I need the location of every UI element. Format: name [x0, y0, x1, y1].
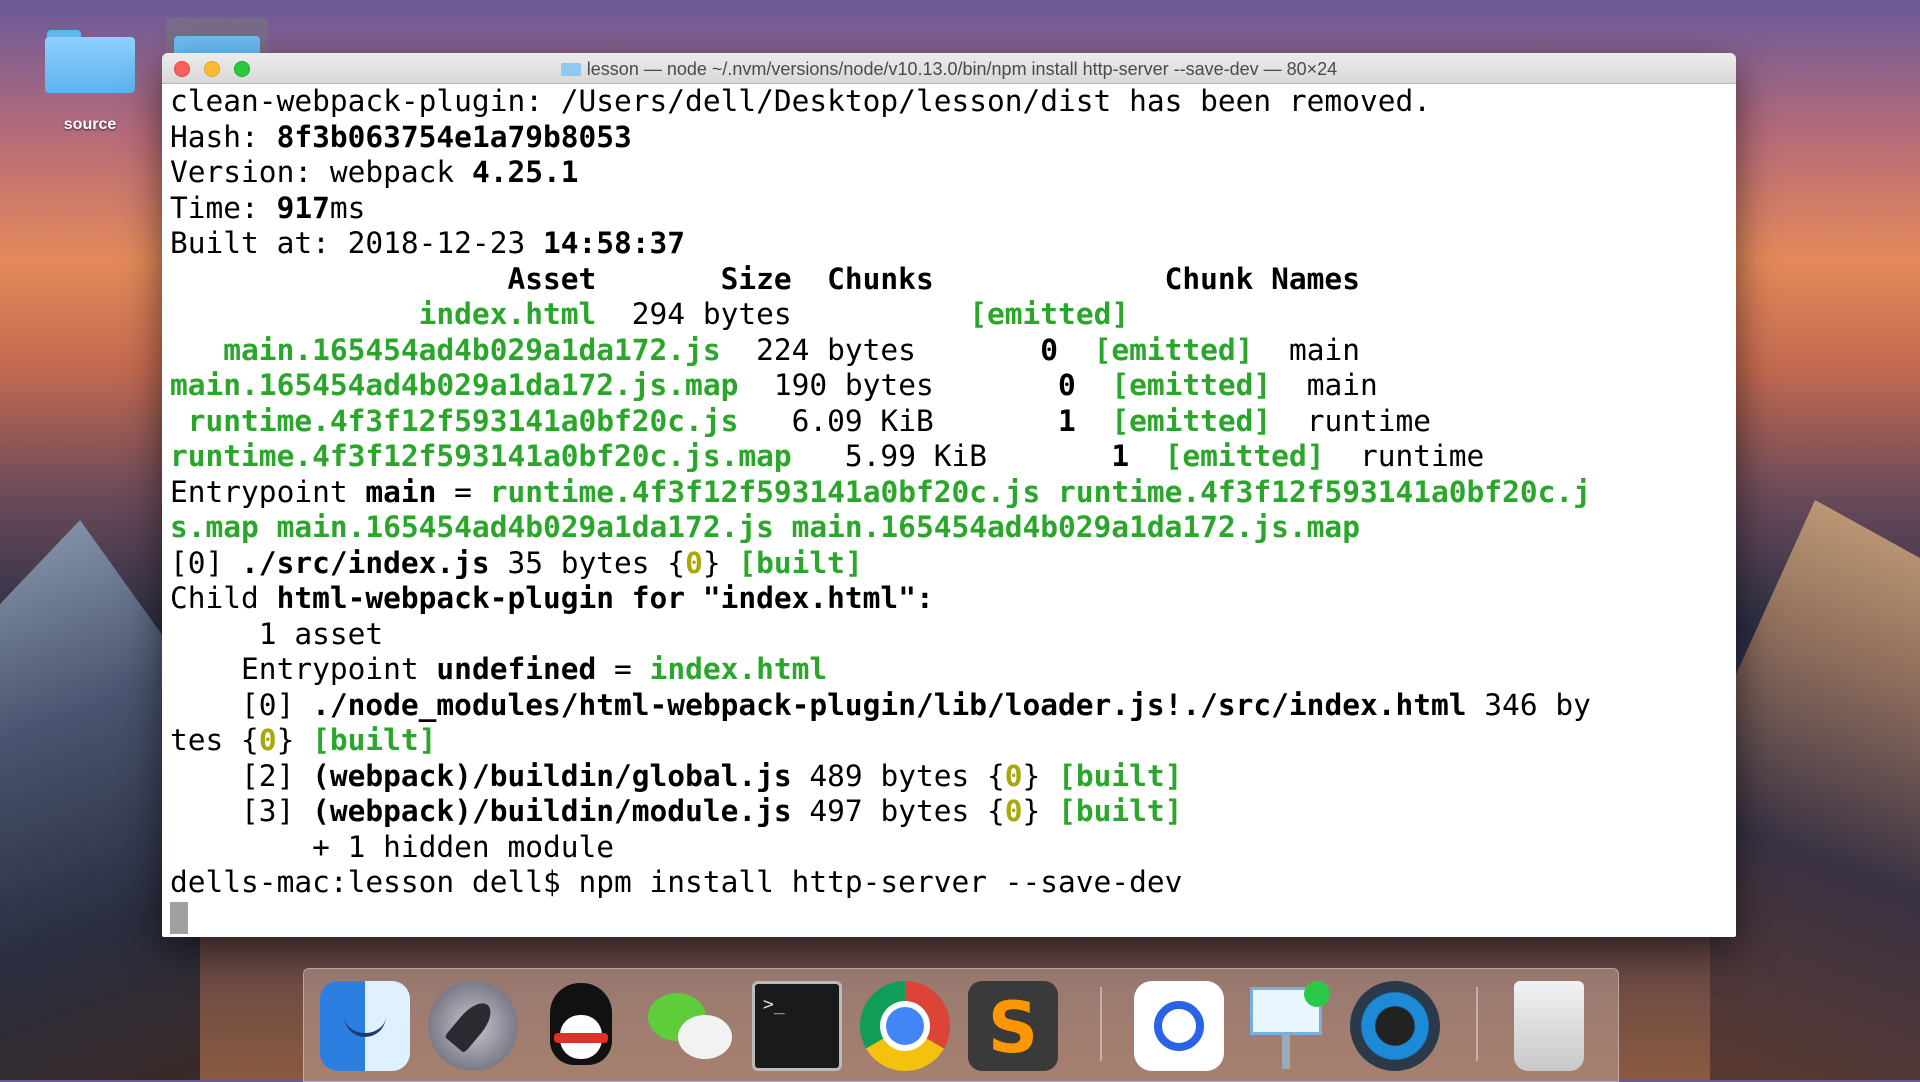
trash-icon[interactable]: [1514, 981, 1584, 1071]
terminal-line: Entrypoint main = runtime.4f3f12f593141a…: [170, 474, 1591, 509]
dock-divider: [1476, 987, 1478, 1061]
launchpad-icon[interactable]: [428, 981, 518, 1071]
input-line[interactable]: [170, 901, 1728, 937]
terminal-line: s.map main.165454ad4b029a1da172.js main.…: [170, 510, 1360, 544]
terminal-line: 1 asset: [170, 616, 384, 651]
terminal-icon[interactable]: >_: [752, 981, 842, 1071]
terminal-line: Time: 917ms: [170, 190, 366, 225]
asset-table-header: Asset Size Chunks Chunk Names: [170, 261, 1360, 296]
chrome-icon[interactable]: [860, 981, 950, 1071]
terminal-line: [0] ./src/index.js 35 bytes {0} [built]: [170, 545, 863, 580]
terminal-line: clean-webpack-plugin: /Users/dell/Deskto…: [170, 84, 1431, 118]
terminal-line: tes {0} [built]: [170, 723, 437, 757]
terminal-line: Built at: 2018-12-23 14:58:37: [170, 226, 686, 260]
finder-icon[interactable]: [320, 981, 410, 1071]
folder-icon: [45, 30, 135, 93]
desktop-folder-source[interactable]: source: [44, 30, 136, 134]
terminal-line: [3] (webpack)/buildin/module.js 497 byte…: [170, 794, 1183, 828]
terminal-line: [2] (webpack)/buildin/global.js 489 byte…: [170, 758, 1183, 793]
text-cursor: [170, 901, 188, 934]
asset-row: runtime.4f3f12f593141a0bf20c.js 6.09 KiB…: [170, 403, 1432, 438]
terminal-line: + 1 hidden module: [170, 829, 615, 864]
window-title-text: lesson — node ~/.nvm/versions/node/v10.1…: [586, 59, 1338, 79]
desktop-folder-label: source: [63, 116, 117, 133]
terminal-output[interactable]: clean-webpack-plugin: /Users/dell/Deskto…: [162, 84, 1736, 937]
wechat-icon[interactable]: [644, 981, 734, 1071]
keynote-icon[interactable]: [1242, 981, 1332, 1071]
baidu-netdisk-icon[interactable]: [1134, 981, 1224, 1071]
folder-icon: [560, 63, 581, 76]
sublime-text-icon[interactable]: [968, 981, 1058, 1071]
window-title: lesson — node ~/.nvm/versions/node/v10.1…: [162, 59, 1736, 80]
dock: >_: [303, 968, 1619, 1082]
asset-row: main.165454ad4b029a1da172.js.map 190 byt…: [170, 368, 1378, 402]
terminal-line: Entrypoint undefined = index.html: [170, 652, 828, 686]
window-titlebar[interactable]: lesson — node ~/.nvm/versions/node/v10.1…: [162, 53, 1736, 84]
command-prompt: dells-mac:lesson dell$ npm install http-…: [170, 865, 1183, 899]
quicktime-icon[interactable]: [1350, 981, 1440, 1071]
qq-icon[interactable]: [536, 981, 626, 1071]
terminal-window[interactable]: lesson — node ~/.nvm/versions/node/v10.1…: [162, 53, 1736, 937]
asset-row: main.165454ad4b029a1da172.js 224 bytes 0…: [170, 332, 1360, 367]
asset-row: index.html 294 bytes [emitted]: [170, 297, 1130, 331]
wallpaper-mountain-right: [1710, 500, 1920, 1080]
asset-row: runtime.4f3f12f593141a0bf20c.js.map 5.99…: [170, 439, 1485, 473]
terminal-line: Child html-webpack-plugin for "index.htm…: [170, 581, 934, 615]
dock-divider: [1100, 987, 1102, 1061]
terminal-glyph: >_: [763, 994, 785, 1015]
terminal-line: Version: webpack 4.25.1: [170, 155, 579, 189]
terminal-line: [0] ./node_modules/html-webpack-plugin/l…: [170, 687, 1591, 722]
terminal-line: Hash: 8f3b063754e1a79b8053: [170, 119, 632, 154]
